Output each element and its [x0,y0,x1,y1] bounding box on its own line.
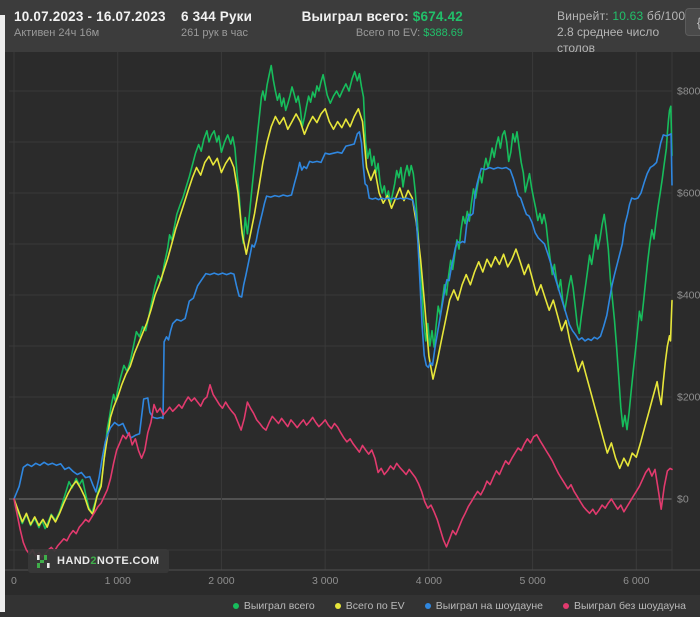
won-total: Выиграл всего: $674.42 [268,8,463,25]
active-time: Активен 24ч 16м [14,27,100,39]
non-showdown-dot-icon [563,603,569,609]
series-line-3 [13,131,673,500]
x-tick-label: 1 000 [105,575,131,587]
winrate-unit: бб/100 [643,9,686,23]
ev-total-label: Всего по EV: [355,27,424,39]
x-tick-label: 6 000 [623,575,649,587]
y-tick-label: $800 [677,86,700,98]
winrate-value: 10.63 [612,9,644,23]
hands-per-hour: 261 рук в час [181,27,249,39]
y-tick-label: $200 [677,392,700,404]
won-total-dot-icon [232,603,239,609]
winnings-graph[interactable]: 0 1 000 2 000 3 000 4 000 5 000 6 000 $0 $200 $40… [0,52,700,595]
legend-label: Всего по EV [345,600,405,612]
settings-button[interactable]: { [685,8,700,36]
legend-label: Выиграл на шоудауне [435,600,543,612]
winrate: Винрейт: 10.63 бб/100 [557,8,700,24]
legend-item-ev-total[interactable]: Всего по EV [334,600,405,612]
window-edge [0,15,5,612]
x-tick-label: 5 000 [519,575,545,587]
hands-count: 6 344 Руки [181,9,253,24]
hand2note-logo-icon [37,554,50,568]
x-tick-label: 0 [11,575,17,587]
stats-header: 10.07.2023 - 16.07.2023 Активен 24ч 16м … [0,0,700,55]
series-line-1 [13,64,673,530]
won-total-value: $674.42 [412,9,463,24]
chart-legend: Выиграл всего Всего по EV Выиграл на шоу… [0,595,700,617]
winrate-label: Винрейт: [557,9,613,23]
legend-label: Выиграл без шоудауна [574,600,686,612]
ev-total-value: $388.69 [423,27,463,39]
date-range: 10.07.2023 - 16.07.2023 [14,9,166,24]
graph-canvas[interactable]: 0 1 000 2 000 3 000 4 000 5 000 6 000 $0 $200 $40… [0,52,700,595]
won-total-label: Выиграл всего: [301,9,413,24]
avg-tables: 2.8 среднее число столов [557,25,660,55]
x-tick-label: 4 000 [416,575,442,587]
ev-total-dot-icon [334,603,341,609]
showdown-dot-icon [424,603,431,609]
hand2note-logo-text: HAND2NOTE.COM [57,555,160,567]
x-tick-label: 2 000 [208,575,234,587]
x-tick-label: 3 000 [312,575,338,587]
legend-item-won-total[interactable]: Выиграл всего [232,600,315,612]
legend-item-non-showdown[interactable]: Выиграл без шоудауна [563,600,686,612]
y-tick-label: $400 [677,290,700,302]
legend-item-showdown[interactable]: Выиграл на шоудауне [424,600,543,612]
y-tick-label: $600 [677,188,700,200]
y-tick-label: $0 [677,494,689,506]
legend-label: Выиграл всего [243,600,315,612]
ev-total: Всего по EV: $388.69 [268,26,463,41]
hand2note-logo[interactable]: HAND2NOTE.COM [28,549,170,573]
